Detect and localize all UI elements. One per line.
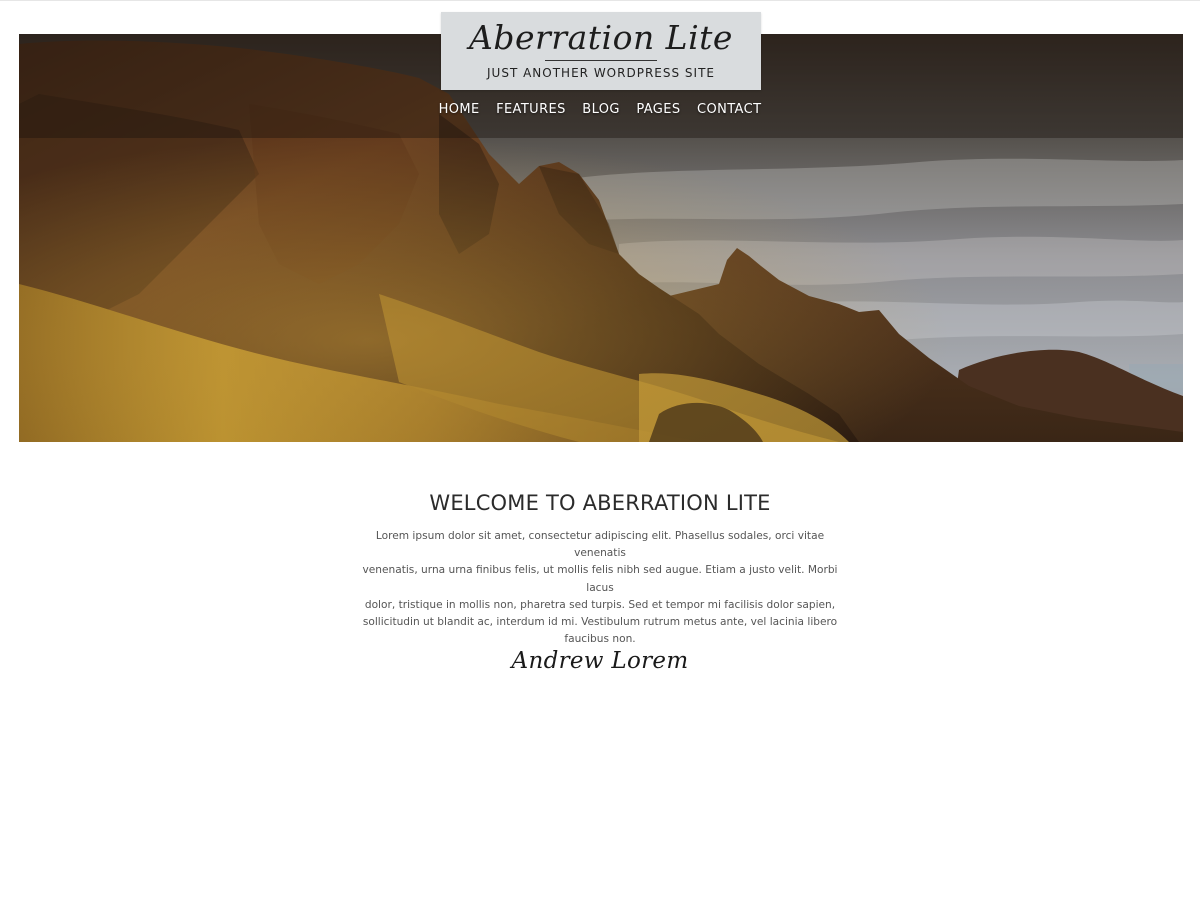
- intro-line: venenatis, urna urna finibus felis, ut m…: [362, 564, 838, 594]
- title-underline: [545, 60, 657, 61]
- nav-item-pages[interactable]: PAGES: [636, 100, 680, 120]
- intro-section: WELCOME TO ABERRATION LITE Lorem ipsum d…: [360, 488, 840, 648]
- intro-line: faucibus non.: [564, 633, 636, 646]
- intro-line: sollicitudin ut blandit ac, interdum id …: [362, 616, 838, 629]
- top-divider: [0, 0, 1200, 1]
- main-navigation: HOME FEATURES BLOG PAGES CONTACT: [0, 100, 1200, 120]
- intro-line: dolor, tristique in mollis non, pharetra…: [364, 598, 836, 611]
- nav-item-home[interactable]: HOME: [439, 100, 480, 120]
- nav-item-blog[interactable]: BLOG: [582, 100, 620, 120]
- nav-item-features[interactable]: FEATURES: [496, 100, 566, 120]
- site-title-link[interactable]: Aberration Lite: [441, 18, 761, 58]
- intro-paragraph: Lorem ipsum dolor sit amet, consectetur …: [360, 528, 840, 648]
- intro-heading: WELCOME TO ABERRATION LITE: [429, 491, 771, 515]
- intro-line: Lorem ipsum dolor sit amet, consectetur …: [375, 530, 825, 560]
- site-tagline: JUST ANOTHER WORDPRESS SITE: [487, 66, 715, 80]
- page: Aberration Lite JUST ANOTHER WORDPRESS S…: [0, 0, 1200, 900]
- site-branding: Aberration Lite JUST ANOTHER WORDPRESS S…: [441, 12, 761, 90]
- hero-image: [19, 34, 1183, 442]
- author-signature: Andrew Lorem: [511, 648, 689, 674]
- nav-item-contact[interactable]: CONTACT: [697, 100, 761, 120]
